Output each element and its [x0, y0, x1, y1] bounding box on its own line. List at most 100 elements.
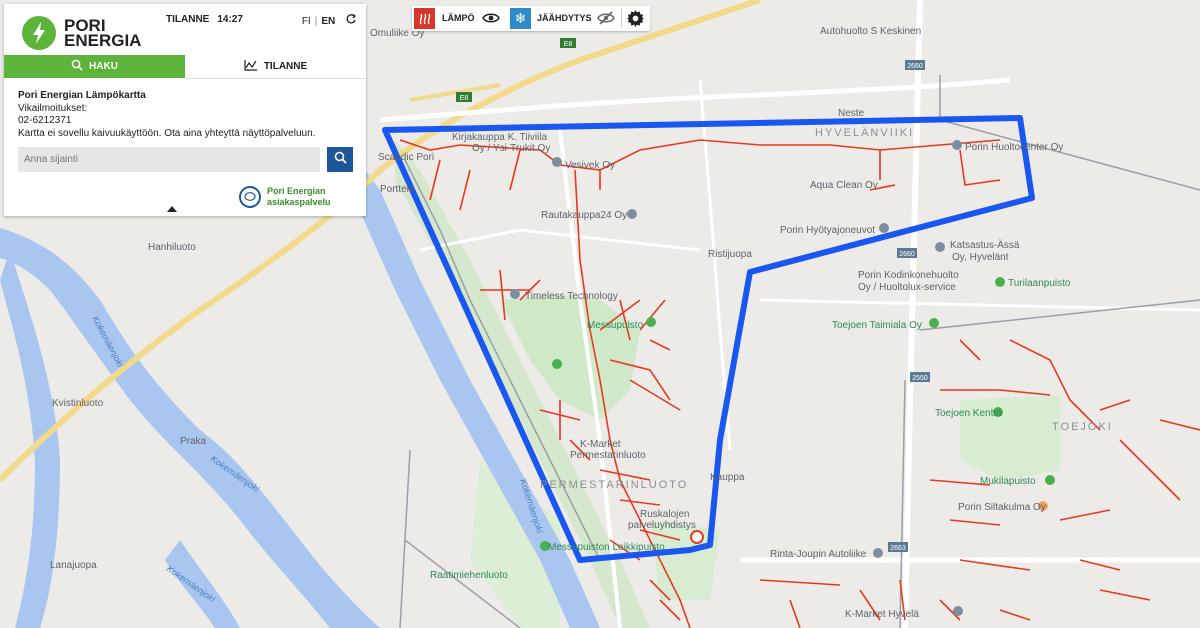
fault-phone: 02-6212371: [18, 115, 72, 127]
lang-en-link[interactable]: EN: [321, 16, 335, 27]
svg-text:Porttelu: Porttelu: [380, 184, 414, 195]
svg-text:Porin Hyötyajoneuvot: Porin Hyötyajoneuvot: [780, 225, 875, 236]
svg-text:Toejoen Kenttä: Toejoen Kenttä: [935, 408, 1002, 419]
svg-text:Ristijuopa: Ristijuopa: [708, 249, 752, 260]
cooling-layer-icon[interactable]: ❄: [510, 8, 531, 29]
search-icon: [334, 151, 347, 169]
language-switcher: FI | EN: [302, 13, 357, 27]
svg-text:Aqua Clean Oy: Aqua Clean Oy: [810, 180, 878, 191]
tab-status-label: TILANNE: [263, 61, 308, 72]
svg-text:Messupuisto: Messupuisto: [587, 320, 644, 331]
svg-text:Permestarinluoto: Permestarinluoto: [570, 450, 646, 461]
svg-text:Messupuiston Leikkipuisto: Messupuiston Leikkipuisto: [548, 542, 665, 553]
svg-text:Porin Huoltocenter Oy: Porin Huoltocenter Oy: [965, 142, 1063, 153]
svg-text:K-Market: K-Market: [580, 439, 621, 450]
poi-pin[interactable]: [879, 223, 889, 233]
svg-text:Ruskalojen: Ruskalojen: [640, 509, 689, 520]
park-pin[interactable]: [552, 359, 562, 369]
svg-text:Porin Kodinkonehuolto: Porin Kodinkonehuolto: [858, 270, 959, 281]
svg-text:Praka: Praka: [180, 436, 207, 447]
lang-fi-link[interactable]: FI: [302, 16, 311, 27]
park-pin[interactable]: [995, 277, 1005, 287]
heat-layer-label: LÄMPÖ: [442, 13, 475, 23]
svg-text:HYVELÄNVIIKI: HYVELÄNVIIKI: [815, 127, 914, 139]
search-input[interactable]: [18, 147, 320, 172]
svg-text:Oy / Ysi-Trukit Oy: Oy / Ysi-Trukit Oy: [472, 143, 550, 154]
poi-pin[interactable]: [627, 209, 637, 219]
svg-text:E8: E8: [564, 41, 573, 48]
park-pin[interactable]: [1045, 475, 1055, 485]
poi-pin[interactable]: [953, 606, 963, 616]
svg-text:Scandic Pori: Scandic Pori: [378, 152, 434, 163]
pori-energia-logo[interactable]: PORI ENERGIA: [22, 16, 162, 52]
cooling-layer-label: JÄÄHDYTYS: [537, 13, 592, 23]
location-search: [18, 147, 353, 172]
poi-pin[interactable]: [552, 157, 562, 167]
svg-text:Kauppa: Kauppa: [710, 472, 745, 483]
svg-text:PERMESTARINLUOTO: PERMESTARINLUOTO: [540, 479, 688, 491]
poi-pin[interactable]: [935, 242, 945, 252]
service-line-1: Pori Energian: [267, 186, 326, 196]
brand-name: PORI ENERGIA: [64, 16, 142, 50]
svg-text:Neste: Neste: [838, 108, 865, 119]
svg-text:E8: E8: [460, 95, 469, 102]
lightning-logo-icon: [22, 16, 56, 50]
side-panel: PORI ENERGIA TILANNE 14:27 FI | EN HAKU TIL…: [4, 4, 366, 216]
collapse-panel-icon[interactable]: [167, 206, 177, 212]
svg-text:2660: 2660: [899, 251, 915, 258]
svg-text:Timeless Technology: Timeless Technology: [525, 291, 618, 302]
poi-pin[interactable]: [510, 289, 520, 299]
tab-search-label: HAKU: [89, 61, 118, 72]
svg-text:Rinta-Joupin Autoliike: Rinta-Joupin Autoliike: [770, 549, 867, 560]
svg-text:TOEJOKI: TOEJOKI: [1052, 421, 1113, 433]
heat-layer-icon[interactable]: [414, 8, 435, 29]
selected-pin[interactable]: [690, 530, 704, 544]
svg-text:palveluyhdistys: palveluyhdistys: [628, 520, 696, 531]
svg-text:Oy / Huoltolux-service: Oy / Huoltolux-service: [858, 282, 956, 293]
status-time: TILANNE 14:27: [166, 14, 243, 25]
svg-text:K-Market Hyvelä: K-Market Hyvelä: [845, 609, 919, 620]
notice-text: Kartta ei sovellu kaivuukäyttöön. Ota ai…: [18, 127, 316, 139]
info-block: Pori Energian Lämpökartta Vikailmoitukse…: [18, 90, 315, 140]
road-shield-2660: 2660: [905, 60, 925, 70]
road-shield-e8: E8: [560, 38, 576, 48]
tab-status[interactable]: TILANNE: [185, 55, 366, 79]
svg-text:Porin Siltakulma Oy: Porin Siltakulma Oy: [958, 502, 1046, 513]
svg-text:Kirjakauppa K. Tiiviila: Kirjakauppa K. Tiiviila: [452, 132, 547, 143]
layer-toolbar: LÄMPÖ ❄ JÄÄHDYTYS: [412, 6, 650, 31]
customer-service-link[interactable]: Pori Energian asiakaspalvelu: [239, 186, 331, 208]
map-title: Pori Energian Lämpökartta: [18, 90, 146, 101]
svg-text:Raatimiehenluoto: Raatimiehenluoto: [430, 570, 508, 581]
park-pin[interactable]: [929, 318, 939, 328]
service-line-2: asiakaspalvelu: [267, 197, 331, 207]
svg-text:Vesivek Oy: Vesivek Oy: [565, 160, 615, 171]
road-shield-e8-b: E8: [456, 92, 472, 102]
svg-text:Hanhiluoto: Hanhiluoto: [148, 242, 196, 253]
road-shield-2660-b: 2660: [897, 248, 917, 258]
svg-text:Mukilapuisto: Mukilapuisto: [980, 476, 1036, 487]
search-button[interactable]: [327, 147, 353, 172]
svg-text:Kvistinluoto: Kvistinluoto: [52, 398, 104, 409]
svg-text:Turilaanpuisto: Turilaanpuisto: [1008, 278, 1071, 289]
road-shield-2663: 2663: [888, 542, 908, 552]
svg-text:Autohuolto S Keskinen: Autohuolto S Keskinen: [820, 26, 921, 37]
chat-bubble-icon: [239, 186, 261, 208]
search-icon: [71, 59, 83, 74]
eye-hidden-icon[interactable]: [597, 11, 615, 30]
svg-text:2663: 2663: [890, 545, 906, 552]
eye-visible-icon[interactable]: [482, 11, 500, 30]
gear-icon[interactable]: [626, 9, 645, 33]
svg-text:2660: 2660: [907, 63, 923, 70]
tab-search[interactable]: HAKU: [4, 55, 185, 78]
park-pin[interactable]: [646, 317, 656, 327]
chart-icon: [244, 59, 258, 74]
poi-pin[interactable]: [873, 548, 883, 558]
refresh-icon[interactable]: [346, 13, 357, 27]
svg-text:2550: 2550: [912, 375, 928, 382]
svg-text:Lanajuopa: Lanajuopa: [50, 560, 97, 571]
svg-text:Rautakauppa24 Oy: Rautakauppa24 Oy: [541, 210, 627, 221]
toolbar-divider: [621, 9, 622, 28]
poi-pin[interactable]: [952, 140, 962, 150]
road-shield-2550: 2550: [910, 372, 930, 382]
svg-text:Toejoen Taimiala Oy: Toejoen Taimiala Oy: [832, 320, 922, 331]
